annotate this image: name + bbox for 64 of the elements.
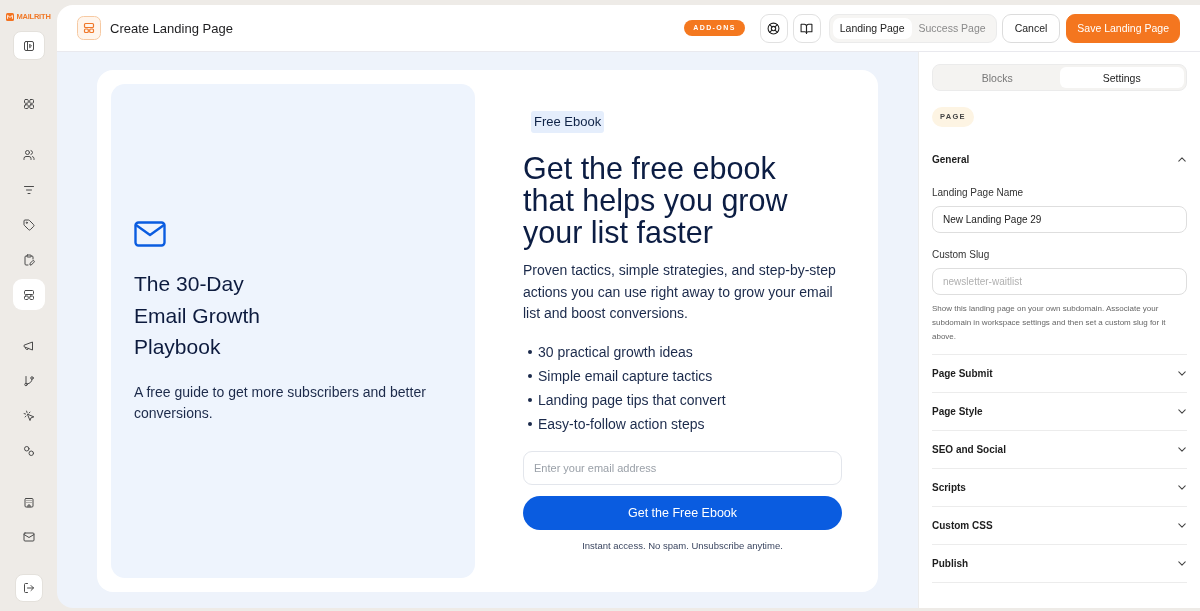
tag-icon: [22, 218, 35, 231]
logout-button[interactable]: [14, 574, 43, 602]
envelope-icon: [134, 221, 166, 248]
text-input[interactable]: New Landing Page 29: [932, 206, 1187, 233]
chevron-down-icon: [1178, 561, 1186, 566]
linked-circles-icon: [22, 444, 35, 457]
bullet-text: Landing page tips that convert: [538, 391, 726, 408]
chevron-down-icon: [1178, 485, 1186, 490]
bullet-text: Simple email capture tactics: [538, 367, 713, 384]
bullet-icon: [528, 397, 532, 402]
chevron-down-icon: [1178, 371, 1186, 376]
bullet-text: Easy-to-follow action steps: [538, 415, 705, 432]
sidebar-toggle-button[interactable]: [12, 31, 45, 60]
section-header[interactable]: SEO and Social: [932, 431, 1187, 468]
sidebar-toggle-icon: [22, 39, 35, 52]
users-icon: [22, 148, 35, 161]
ebook-badge: Free Ebook: [531, 111, 605, 133]
docs-button[interactable]: [792, 13, 821, 43]
logo-icon: [6, 12, 15, 21]
building-icon: [22, 495, 35, 508]
help-button[interactable]: [759, 13, 788, 43]
section-header[interactable]: General: [932, 141, 1187, 178]
section-header[interactable]: Scripts: [932, 469, 1187, 506]
view-tab[interactable]: Landing Page: [832, 17, 912, 39]
chevron-down-icon: [1178, 523, 1186, 528]
help-text: Show this landing page on your own subdomain. Associate your subdomain in workspace settings and then set a custom slug for it above.: [932, 303, 1167, 343]
grid-icon: [22, 97, 35, 110]
intro-text: Proven tactics, simple strategies, and step-by-step actions you can use right away to grow your email list and boost conversions.: [523, 261, 837, 323]
page-heading: Get the free ebook that helps you grow your list faster: [523, 152, 789, 248]
filter-lines-icon: [22, 183, 35, 196]
clipboard-pen-icon: [22, 253, 35, 266]
submit-button[interactable]: Get the Free Ebook: [523, 495, 842, 530]
cover-title: The 30-Day Email Growth Playbook: [134, 271, 262, 361]
branch-icon: [22, 374, 35, 387]
section-header[interactable]: Page Submit: [932, 355, 1187, 392]
footnote-text: Instant access. No spam. Unsubscribe anytime.: [581, 539, 784, 552]
panel-tab[interactable]: Blocks: [935, 67, 1060, 88]
bullet-icon: [528, 373, 532, 378]
section-header[interactable]: Publish: [932, 545, 1187, 582]
text-input[interactable]: newsletter-waitlist: [932, 268, 1187, 295]
bullet-icon: [528, 349, 532, 354]
sidebar-item[interactable]: [12, 279, 45, 310]
cursor-click-icon: [22, 409, 35, 422]
chevron-down-icon: [1178, 447, 1186, 452]
panel-tab[interactable]: Settings: [1059, 67, 1184, 88]
megaphone-icon: [22, 339, 35, 352]
email-input[interactable]: Enter your email address: [523, 450, 842, 485]
cover-subtitle: A free guide to get more subscribers and better conversions.: [134, 382, 427, 423]
layout-icon: [22, 288, 35, 301]
chevron-down-icon: [1178, 409, 1186, 414]
logout-icon: [22, 582, 35, 594]
book-icon: [800, 21, 814, 35]
field-label: Landing Page Name: [932, 186, 1025, 200]
layout-icon: [77, 16, 101, 40]
section-header[interactable]: Custom CSS: [932, 507, 1187, 544]
page-title: Create Landing Page: [110, 20, 233, 36]
mail-icon: [22, 530, 35, 543]
chevron-up-icon: [1178, 157, 1186, 162]
section-header[interactable]: Page Style: [932, 393, 1187, 430]
lifebuoy-icon: [767, 21, 781, 35]
field-label: Custom Slug: [932, 248, 991, 262]
bullet-text: 30 practical growth ideas: [538, 343, 693, 360]
cancel-button[interactable]: Cancel: [1001, 13, 1061, 43]
bullet-icon: [528, 421, 532, 426]
